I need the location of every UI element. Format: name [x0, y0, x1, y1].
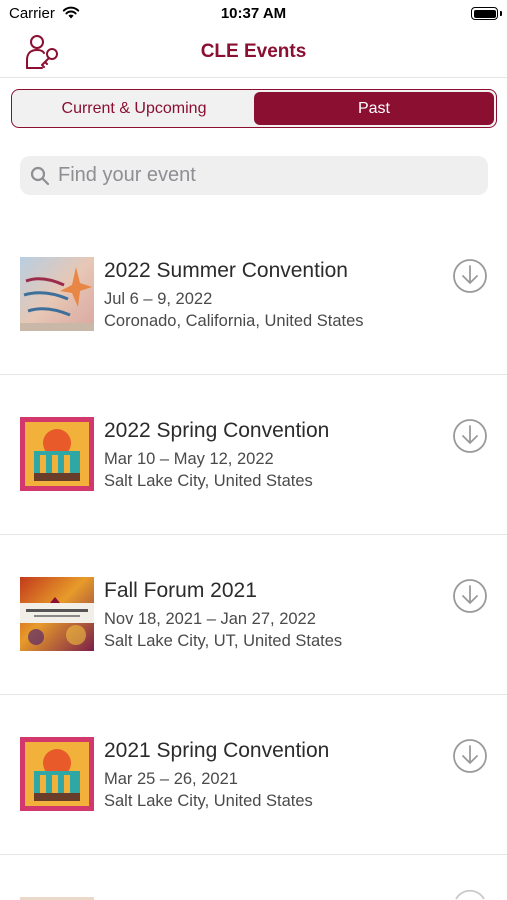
download-icon[interactable]	[452, 738, 488, 774]
event-location: Salt Lake City, UT, United States	[104, 632, 343, 650]
event-thumbnail	[20, 257, 94, 331]
event-row-partial[interactable]	[0, 880, 507, 900]
event-thumbnail	[20, 417, 94, 491]
download-icon[interactable]	[452, 578, 488, 614]
event-filter-segmented-control: Current & Upcoming Past	[11, 89, 497, 128]
clock-time: 10:37 AM	[220, 5, 287, 22]
search-input[interactable]	[58, 156, 478, 195]
battery-tip	[500, 11, 502, 16]
event-list: 2022 Summer Convention Jul 6 – 9, 2022 C…	[0, 215, 507, 855]
download-icon[interactable]	[452, 258, 488, 294]
event-location: Coronado, California, United States	[104, 312, 364, 330]
event-dates: Nov 18, 2021 – Jan 27, 2022	[104, 610, 316, 628]
event-row[interactable]: Fall Forum 2021 Nov 18, 2021 – Jan 27, 2…	[0, 535, 507, 695]
tab-past[interactable]: Past	[254, 92, 494, 125]
event-location: Salt Lake City, United States	[104, 792, 313, 810]
event-location: Salt Lake City, United States	[104, 472, 313, 490]
tab-current-upcoming[interactable]: Current & Upcoming	[14, 92, 254, 125]
event-row[interactable]: 2022 Spring Convention Mar 10 – May 12, …	[0, 375, 507, 535]
search-bar	[20, 156, 488, 195]
download-icon[interactable]	[452, 418, 488, 454]
status-bar: Carrier 10:37 AM	[0, 0, 507, 28]
page-title: CLE Events	[200, 41, 307, 62]
nav-bar: CLE Events	[0, 28, 507, 78]
battery-icon	[471, 7, 498, 20]
event-dates: Mar 25 – 26, 2021	[104, 770, 238, 788]
event-title: Fall Forum 2021	[104, 579, 257, 602]
event-row[interactable]: 2022 Summer Convention Jul 6 – 9, 2022 C…	[0, 215, 507, 375]
event-dates: Jul 6 – 9, 2022	[104, 290, 213, 308]
event-row[interactable]: 2021 Spring Convention Mar 25 – 26, 2021…	[0, 695, 507, 855]
event-title: 2022 Spring Convention	[104, 419, 330, 442]
event-title: 2021 Spring Convention	[104, 739, 330, 762]
search-icon	[30, 166, 50, 191]
event-title: 2022 Summer Convention	[104, 259, 348, 282]
event-dates: Mar 10 – May 12, 2022	[104, 450, 274, 468]
event-thumbnail	[20, 577, 94, 651]
event-thumbnail	[20, 737, 94, 811]
